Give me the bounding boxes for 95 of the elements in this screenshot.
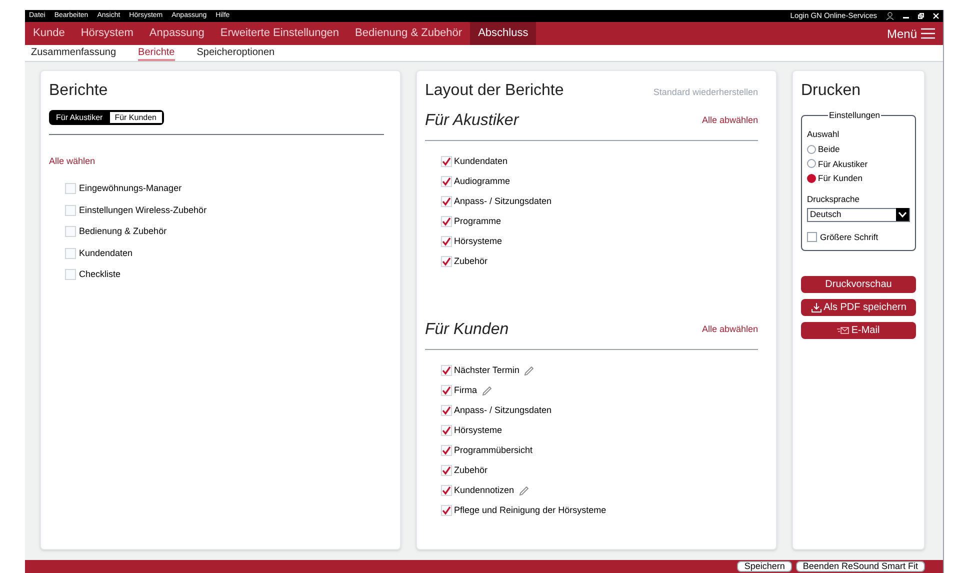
check-icon <box>442 157 451 166</box>
radio-button[interactable] <box>807 144 816 154</box>
footer-button[interactable]: Beenden ReSound Smart Fit <box>796 561 925 572</box>
checkbox-label: Kundendaten <box>79 246 133 260</box>
checkbox[interactable] <box>441 465 452 476</box>
nav-tab[interactable]: Bedienung & Zubehör <box>347 22 470 45</box>
print-action-button[interactable]: Druckvorschau <box>801 276 916 292</box>
checkbox-label: Hörsysteme <box>454 234 502 248</box>
toggle-option[interactable]: Für Akustiker <box>51 112 108 123</box>
checkbox[interactable] <box>807 232 817 242</box>
radio-label: Für Kunden <box>818 172 862 185</box>
sub-tab[interactable]: Speicheroptionen <box>196 45 275 61</box>
deselect-all-link[interactable]: Alle abwählen <box>702 323 758 337</box>
checkbox[interactable] <box>441 405 452 416</box>
checkbox[interactable] <box>441 385 452 396</box>
check-icon <box>442 366 451 375</box>
check-icon <box>442 217 451 226</box>
checkbox-label: Audiogramme <box>454 174 510 188</box>
check-icon <box>442 406 451 415</box>
section-title: Für Kunden <box>425 320 509 340</box>
checkbox-label: Anpass- / Sitzungsdaten <box>454 404 552 417</box>
checkbox[interactable] <box>441 425 452 436</box>
panel-title: Drucken <box>801 81 862 101</box>
sub-tab[interactable]: Berichte <box>138 45 175 61</box>
check-icon <box>442 237 451 246</box>
nav-tab[interactable]: Abschluss <box>470 22 536 45</box>
checkbox-label: Pflege und Reinigung der Hörsysteme <box>454 504 606 517</box>
checkbox[interactable] <box>441 445 452 456</box>
check-icon <box>442 506 451 515</box>
checkbox-label: Einstellungen Wireless-Zubehör <box>79 204 207 217</box>
radio-label: Beide <box>818 142 840 156</box>
panel-title: Layout der Berichte <box>425 81 564 101</box>
toggle-option[interactable]: Für Kunden <box>110 112 162 123</box>
select-all-link[interactable]: Alle wählen <box>49 155 96 168</box>
checkbox-label: Checkliste <box>79 268 121 281</box>
checkbox-label: Bedienung & Zubehör <box>79 225 167 238</box>
checkbox[interactable] <box>441 485 452 496</box>
checkbox-label: Kundennotizen <box>454 484 514 497</box>
menu-button[interactable]: Menü <box>878 22 943 45</box>
nav-tab[interactable]: Kunde <box>25 22 73 45</box>
nav-tab[interactable]: Erweiterte Einstellungen <box>212 22 348 45</box>
sub-tab[interactable]: Zusammenfassung <box>31 45 116 61</box>
nav-tab[interactable]: Anpassung <box>141 22 212 45</box>
checkbox-label: Programmübersicht <box>454 444 533 457</box>
check-icon <box>442 446 451 455</box>
panel-title: Berichte <box>49 81 109 101</box>
check-icon <box>442 426 451 435</box>
report-toggle[interactable]: Für Akustiker Für Kunden <box>49 110 164 125</box>
restore-icon[interactable] <box>918 13 924 19</box>
check-icon <box>442 486 451 495</box>
pencil-icon[interactable] <box>524 366 534 376</box>
pencil-icon[interactable] <box>519 486 530 496</box>
checkbox-label: Zubehör <box>454 464 488 477</box>
download-icon <box>810 302 822 312</box>
field-label: Auswahl <box>807 128 840 141</box>
pencil-icon[interactable] <box>482 386 492 396</box>
footer-button[interactable]: Speichern <box>737 561 792 572</box>
radio-label: Für Akustiker <box>818 158 868 170</box>
checkbox-label: Zubehör <box>454 254 488 268</box>
section-title: Für Akustiker <box>425 111 519 131</box>
checkbox[interactable] <box>441 256 452 267</box>
checkbox[interactable] <box>441 156 452 167</box>
deselect-all-link[interactable]: Alle abwählen <box>702 114 758 128</box>
check-icon <box>442 257 451 266</box>
checkbox-label: Nächster Termin <box>454 364 520 377</box>
radio-button[interactable] <box>807 159 816 168</box>
checkbox[interactable] <box>441 196 452 207</box>
menu-icon <box>921 28 935 39</box>
checkbox[interactable] <box>441 236 452 247</box>
checkbox[interactable] <box>441 505 452 516</box>
check-icon <box>442 177 451 186</box>
nav-tab[interactable]: Hörsystem <box>72 22 142 45</box>
checkbox-label: Firma <box>454 384 477 397</box>
print-action-button[interactable]: E-Mail <box>801 322 916 338</box>
checkbox-label: Eingewöhnungs-Manager <box>79 182 182 195</box>
checkbox-label: Anpass- / Sitzungsdaten <box>454 194 552 208</box>
user-icon <box>886 12 894 20</box>
checkbox[interactable] <box>441 216 452 227</box>
close-icon[interactable] <box>933 13 939 19</box>
checkbox-label: Hörsysteme <box>454 424 502 437</box>
checkbox-label: Programme <box>454 214 502 228</box>
mail-icon <box>837 326 850 334</box>
print-action-button[interactable]: Als PDF speichern <box>801 298 916 316</box>
checkbox[interactable] <box>441 176 452 187</box>
radio-button[interactable] <box>807 174 816 184</box>
check-icon <box>442 466 451 475</box>
group-legend: Einstellungen <box>828 110 882 121</box>
language-dropdown[interactable]: Deutsch <box>807 208 910 222</box>
check-icon <box>442 197 451 206</box>
chevron-down-icon <box>896 208 909 222</box>
checkbox-label: Kundendaten <box>454 154 508 168</box>
checkbox-label: Größere Schrift <box>820 230 878 244</box>
checkbox[interactable] <box>441 365 452 376</box>
field-label: Drucksprache <box>807 193 860 206</box>
check-icon <box>442 386 451 395</box>
